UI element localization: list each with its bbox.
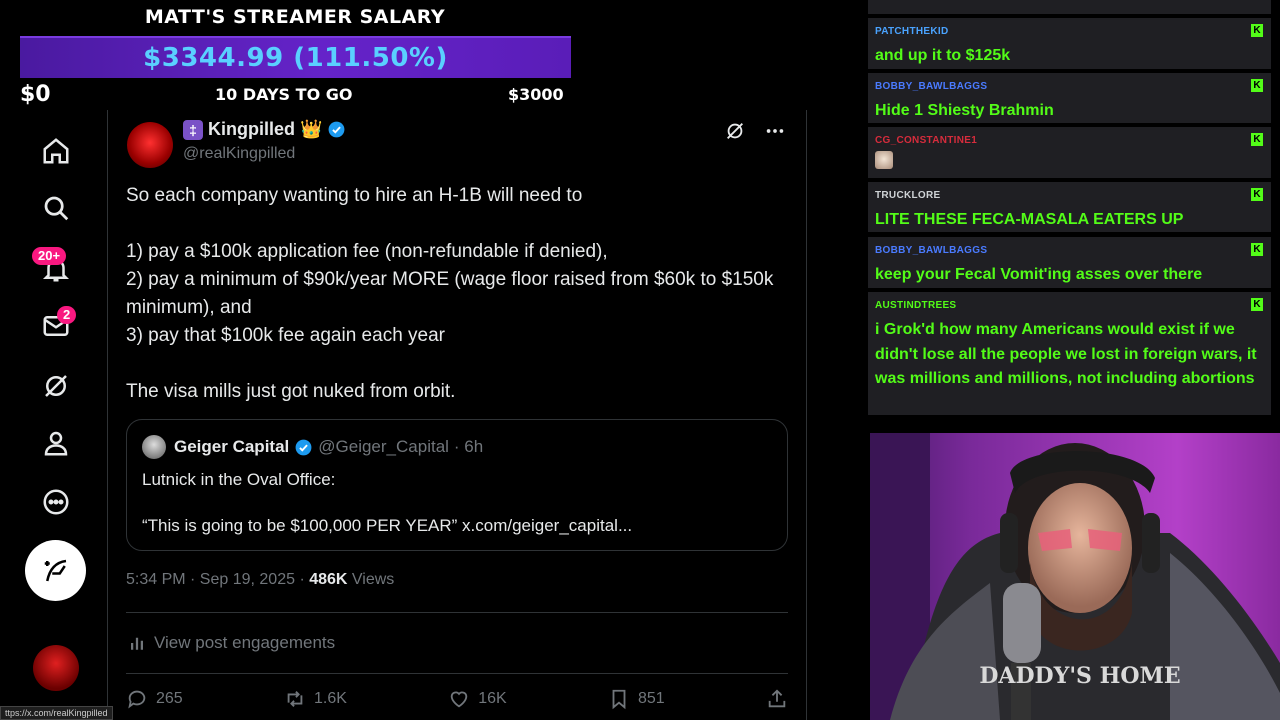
quoted-tweet-text: Lutnick in the Oval Office: “This is goi… (142, 470, 633, 535)
crown-emoji: 👑 (300, 119, 323, 139)
chat-text: i Grok'd how many Americans would exist … (875, 321, 1257, 387)
notifications-badge: 20+ (32, 247, 67, 265)
reply-count: 265 (156, 690, 183, 707)
quoted-author-name: Geiger Capital (174, 437, 290, 456)
chat-text: LITE THESE FECA-MASALA EATERS UP (875, 211, 1184, 228)
kick-badge-icon: K (1251, 133, 1263, 146)
kick-badge-icon: K (1251, 298, 1263, 311)
home-icon[interactable] (37, 132, 75, 170)
reply-button[interactable]: 265 (126, 688, 183, 710)
tweet-top-actions (724, 120, 786, 142)
repost-count: 1.6K (314, 690, 347, 707)
chat-username[interactable]: PATCHTHEKID (875, 26, 948, 37)
chat-username[interactable]: CG_CONSTANTINE1 (875, 135, 977, 146)
chat-username[interactable]: AUSTINDTREES (875, 300, 956, 311)
name-prefix-icon: ‡ (183, 119, 203, 140)
views-count: 486K (309, 571, 348, 588)
x-app-window: 20+ 2 ttps://x.com/realKingpilled ‡ King… (0, 110, 860, 720)
divider (126, 612, 788, 613)
quoted-author-avatar (142, 435, 166, 459)
tweet-timestamp[interactable]: 5:34 PM · Sep 19, 2025 · (126, 571, 309, 588)
author-avatar[interactable] (127, 122, 173, 168)
tweet-actions-bar: 265 1.6K 16K 851 (126, 688, 788, 710)
bookmark-count: 851 (637, 690, 665, 707)
salary-max-label: $3000 (508, 85, 564, 104)
more-icon[interactable] (37, 483, 75, 521)
author-handle[interactable]: @realKingpilled (183, 145, 295, 163)
chat-username[interactable]: BOBBY_BAWLBAGGS (875, 245, 987, 256)
verified-badge-icon (295, 439, 312, 455)
kick-badge-icon: K (1251, 24, 1263, 37)
chat-message: BOBBY_BAWLBAGGS K keep your Fecal Vomit'… (868, 237, 1271, 288)
streamer-webcam-image: DADDY'S HOME (870, 433, 1280, 720)
like-button[interactable]: 16K (448, 688, 507, 710)
feather-icon (44, 559, 66, 581)
compose-post-button[interactable] (25, 540, 86, 601)
like-count: 16K (478, 690, 507, 707)
verified-badge-icon (329, 121, 345, 138)
messages-badge: 2 (57, 306, 77, 324)
salary-goal-overlay: MATT'S STREAMER SALARY $3344.99 (111.50%… (0, 0, 590, 110)
more-options-icon[interactable] (764, 120, 786, 142)
view-engagements-label: View post engagements (154, 633, 336, 652)
kick-badge-icon: K (1251, 188, 1263, 201)
bar-chart-icon (131, 637, 143, 650)
bookmark-icon (612, 689, 626, 710)
chat-message: CG_CONSTANTINE1 K (868, 127, 1271, 178)
quoted-author-handle: @Geiger_Capital (318, 437, 449, 456)
tweet-detail: ‡ Kingpilled 👑 @realKingpilled So each c… (108, 110, 807, 720)
salary-min-label: $0 (20, 82, 51, 107)
quoted-time: · 6h (453, 437, 484, 456)
quoted-tweet[interactable]: Geiger Capital @Geiger_Capital · 6h Lutn… (126, 419, 788, 551)
share-button[interactable] (766, 688, 788, 710)
divider (126, 673, 788, 674)
bookmark-button[interactable]: 851 (608, 688, 665, 710)
heart-icon (450, 691, 468, 708)
reply-icon (128, 690, 146, 709)
views-label: Views (347, 571, 395, 588)
chat-username[interactable]: BOBBY_BAWLBAGGS (875, 81, 987, 92)
chat-message: TRUCKLORE K LITE THESE FECA-MASALA EATER… (868, 182, 1271, 232)
author-display-name: Kingpilled (208, 119, 295, 139)
emote-image (875, 151, 893, 169)
author-name-row[interactable]: ‡ Kingpilled 👑 (183, 119, 346, 140)
tweet-body: So each company wanting to hire an H-1B … (126, 185, 774, 402)
stream-chat: PATCHTHEKID K and up it to $125k BOBBY_B… (868, 0, 1271, 420)
status-bar-url: ttps://x.com/realKingpilled (0, 706, 113, 720)
tweet-meta: 5:34 PM · Sep 19, 2025 · 486K Views (126, 571, 394, 589)
salary-title: MATT'S STREAMER SALARY (144, 6, 446, 28)
chat-message-partial (868, 0, 1271, 14)
webcam-feed: DADDY'S HOME (870, 433, 1280, 720)
repost-icon (287, 691, 303, 707)
shirt-text: DADDY'S HOME (979, 663, 1180, 689)
chat-text: Hide 1 Shiesty Brahmin (875, 102, 1054, 119)
chat-text: keep your Fecal Vomit'ing asses over the… (875, 266, 1203, 283)
repost-button[interactable]: 1.6K (284, 688, 347, 710)
grok-icon[interactable] (37, 367, 75, 405)
kick-badge-icon: K (1251, 79, 1263, 92)
share-icon (768, 689, 786, 708)
chat-message: PATCHTHEKID K and up it to $125k (868, 18, 1271, 69)
left-nav: 20+ 2 ttps://x.com/realKingpilled (0, 110, 113, 720)
chat-username[interactable]: TRUCKLORE (875, 190, 940, 201)
search-icon[interactable] (37, 189, 75, 227)
salary-amount: $3344.99 (111.50%) (143, 43, 448, 73)
grok-explain-icon[interactable] (724, 120, 746, 142)
account-avatar[interactable] (33, 645, 79, 691)
quoted-author-row: Geiger Capital @Geiger_Capital · 6h (174, 437, 483, 457)
days-to-go-label: 10 DAYS TO GO (215, 85, 353, 104)
salary-progress-bar: $3344.99 (111.50%) (20, 36, 571, 78)
view-engagements-link[interactable]: View post engagements (128, 633, 335, 653)
chat-message: AUSTINDTREES K i Grok'd how many America… (868, 292, 1271, 415)
profile-icon[interactable] (37, 424, 75, 462)
chat-text: and up it to $125k (875, 47, 1011, 64)
kick-badge-icon: K (1251, 243, 1263, 256)
chat-message: BOBBY_BAWLBAGGS K Hide 1 Shiesty Brahmin (868, 73, 1271, 123)
